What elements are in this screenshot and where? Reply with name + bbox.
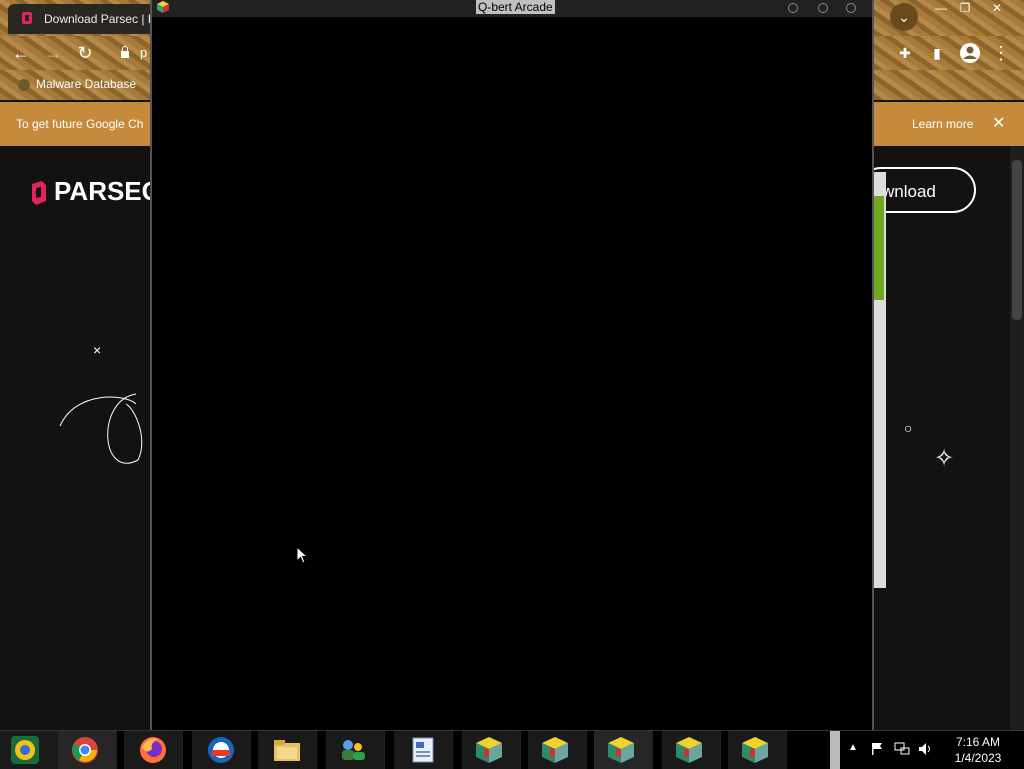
qbert-cube-icon (608, 737, 634, 763)
taskbar-cube-app-5[interactable] (728, 731, 787, 769)
side-panel-icon[interactable]: ▮ (926, 42, 948, 64)
parsec-logo[interactable]: PARSEC (30, 176, 160, 207)
qbert-cube-icon (676, 737, 702, 763)
chrome-icon (72, 737, 98, 763)
qbert-title-bar[interactable]: Q-bert Arcade (152, 0, 872, 17)
tab-search-chevron-icon[interactable]: ⌄ (890, 3, 918, 31)
parsec-favicon-icon (22, 12, 32, 24)
network-users-icon (342, 740, 365, 760)
qbert-close-button[interactable] (846, 3, 856, 13)
taskbar-firefox[interactable] (124, 731, 183, 769)
qbert-cube-icon (476, 737, 502, 763)
learn-more-link[interactable]: Learn more (912, 117, 973, 131)
qbert-game-canvas[interactable] (152, 17, 872, 730)
taskbar-cube-app-2[interactable] (528, 731, 587, 769)
maximize-button[interactable]: ❐ (950, 0, 980, 16)
extensions-icon[interactable]: ✚ (894, 42, 916, 64)
clock-date: 1/4/2023 (954, 751, 1002, 765)
tab-download-parsec[interactable]: Download Parsec | Pa (8, 4, 156, 34)
taskbar-chrome-canary[interactable] (0, 731, 59, 769)
infobar-close-icon[interactable]: ✕ (992, 113, 1005, 133)
panel-green-bar (874, 196, 884, 300)
outlook-icon (208, 737, 234, 763)
lock-icon (121, 46, 129, 58)
taskbar-cube-app-3[interactable] (594, 731, 653, 769)
decorative-x-icon: × (93, 342, 102, 358)
forward-button[interactable]: → (42, 42, 64, 64)
taskbar-scroll-handle[interactable] (830, 731, 840, 769)
profile-avatar-icon[interactable] (959, 42, 981, 64)
document-icon (412, 737, 434, 763)
decorative-star-icon: ✧ (934, 445, 955, 472)
address-bar-text[interactable]: p (140, 45, 147, 60)
qbert-arcade-window[interactable]: Q-bert Arcade (150, 0, 874, 730)
qbert-minimize-button[interactable] (788, 3, 798, 13)
decorative-swirl-icon (59, 393, 143, 464)
tray-expand-icon[interactable]: ▲ (848, 742, 858, 753)
volume-icon[interactable] (918, 742, 934, 756)
qbert-window-title: Q-bert Arcade (476, 0, 555, 14)
taskbar-outlook[interactable] (192, 731, 251, 769)
game-side-panel (874, 172, 886, 588)
taskbar-cube-app-4[interactable] (662, 731, 721, 769)
page-scrollbar[interactable] (1010, 146, 1024, 730)
back-button[interactable]: ← (10, 42, 32, 64)
taskbar-network-app[interactable] (326, 731, 385, 769)
taskbar-cube-app-1[interactable] (462, 731, 521, 769)
parsec-logo-icon (32, 181, 46, 206)
qbert-cube-icon (542, 737, 568, 763)
taskbar-document-app[interactable] (394, 731, 453, 769)
mouse-cursor-icon (296, 546, 308, 564)
taskbar: ▲ 7:16 AM 1/4/2023 (0, 730, 1024, 769)
network-icon[interactable] (894, 742, 910, 756)
tab-title: Download Parsec | Pa (44, 12, 156, 26)
decorative-ring-icon: ○ (904, 420, 913, 436)
taskbar-chrome[interactable] (58, 731, 117, 769)
taskbar-file-explorer[interactable] (258, 731, 317, 769)
firefox-icon (140, 737, 166, 763)
bookmark-malware-database[interactable]: Malware Database (18, 76, 136, 92)
bookmark-label: Malware Database (36, 77, 137, 91)
close-button[interactable]: ✕ (982, 0, 1012, 16)
action-center-flag-icon[interactable] (870, 742, 884, 756)
bookmark-favicon-icon (18, 78, 30, 91)
scrollbar-thumb[interactable] (1012, 160, 1022, 320)
chrome-canary-icon (11, 736, 39, 764)
clock-time: 7:16 AM (955, 735, 1001, 749)
infobar-message: To get future Google Ch (16, 117, 144, 131)
qbert-app-icon (157, 1, 169, 13)
qbert-cube-icon (742, 737, 768, 763)
qbert-maximize-button[interactable] (818, 3, 828, 13)
system-clock[interactable]: 7:16 AM 1/4/2023 (948, 734, 1008, 766)
reload-button[interactable]: ↻ (74, 42, 96, 64)
logo-text: PARSEC (54, 176, 161, 206)
menu-button[interactable]: ⋮ (990, 42, 1012, 64)
folder-icon (274, 740, 300, 761)
